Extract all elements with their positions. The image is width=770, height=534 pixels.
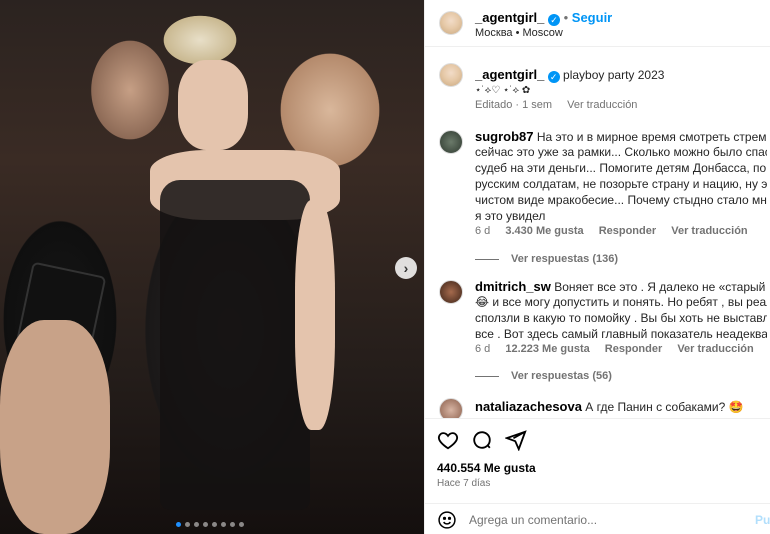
commenter-avatar[interactable]	[439, 130, 463, 154]
author-avatar[interactable]	[439, 63, 463, 87]
next-photo-button[interactable]: ›	[395, 257, 417, 279]
caption-text: playboy party 2023	[563, 68, 665, 82]
comment-line: сползли в какую то помойку . Вы бы хоть …	[475, 311, 767, 325]
comment-line: 😂 и все могу допустить и понять. Но ребя…	[475, 295, 767, 309]
comment-age: 6 d	[475, 225, 491, 237]
comment-input[interactable]: Agrega un comentario...	[469, 513, 597, 527]
follow-button[interactable]: Seguir	[572, 10, 612, 25]
view-replies-button[interactable]: Ver respuestas (56)	[475, 370, 612, 382]
comment-text: А где Панин с собаками? 🤩	[585, 400, 744, 414]
comment-line: я это увидел	[475, 209, 546, 223]
comment-composer: Agrega un comentario... Pu	[425, 503, 770, 534]
carousel-dot	[230, 522, 235, 527]
carousel-dot	[212, 522, 217, 527]
comment-line: все . Вот здесь самый главный показатель…	[475, 327, 767, 341]
comment-age: 6 d	[475, 343, 491, 355]
comment-reply-button[interactable]: Responder	[599, 225, 656, 237]
caption-username[interactable]: _agentgirl_	[475, 67, 544, 82]
comment-translate-link[interactable]: Ver traducción	[671, 225, 747, 237]
commenter-avatar[interactable]	[439, 280, 463, 304]
post-location[interactable]: Москва • Moscow	[475, 27, 563, 39]
likes-count[interactable]: 440.554 Me gusta	[437, 461, 536, 475]
author-line: _agentgirl_ ✓ • Seguir	[475, 10, 612, 26]
comments-list[interactable]: _agentgirl_ ✓ playboy party 2023 ⋆˙⟡♡ ⋆˙…	[425, 48, 770, 418]
comment-line: nataliazachesova А где Панин с собаками?…	[475, 398, 767, 416]
author-avatar[interactable]	[439, 11, 463, 35]
commenter-username[interactable]: dmitrich_sw	[475, 279, 551, 294]
commenter-username[interactable]: sugrob87	[475, 129, 534, 144]
carousel-dot	[194, 522, 199, 527]
heart-icon[interactable]	[437, 429, 459, 451]
carousel-dots	[176, 522, 244, 527]
comment-line: сейчас это уже за рамки... Сколько можно…	[475, 145, 767, 159]
photo-arm-right	[295, 200, 335, 430]
comment-line: русским солдатам, не позорьте страну и н…	[475, 177, 767, 191]
photo-face	[178, 60, 248, 150]
post-comment-button[interactable]: Pu	[755, 513, 770, 527]
comment-text: Воняет все это . Я далеко не «старый пер…	[554, 280, 767, 294]
post-actions: 440.554 Me gusta Hace 7 días	[425, 418, 770, 494]
comment-line: судеб на эти деньги... Помогите детям До…	[475, 161, 767, 175]
carousel-dot	[203, 522, 208, 527]
comment-line: чистом виде мракобесие... Почему стыдно …	[475, 193, 767, 207]
comment-meta: 6 d 12.223 Me gusta Responder Ver traduc…	[475, 343, 766, 355]
carousel-dot	[176, 522, 181, 527]
comment-icon[interactable]	[471, 429, 493, 451]
caption-edited: Editado · 1 sem	[475, 99, 553, 111]
commenter-avatar[interactable]	[439, 398, 463, 418]
photo-dress	[160, 180, 310, 510]
verified-icon: ✓	[547, 14, 560, 26]
post-date: Hace 7 días	[437, 478, 491, 489]
carousel-dot	[221, 522, 226, 527]
comment-text: На это и в мирное время смотреть стремно…	[536, 130, 767, 144]
caption-translate-link[interactable]: Ver traducción	[567, 99, 637, 111]
comment-translate-link[interactable]: Ver traducción	[677, 343, 753, 355]
carousel-dot	[185, 522, 190, 527]
comment-reply-button[interactable]: Responder	[605, 343, 662, 355]
comment-likes[interactable]: 12.223 Me gusta	[505, 343, 589, 355]
caption-subtext: ⋆˙⟡♡ ⋆˙⟡ ✿	[475, 85, 531, 96]
action-icons	[437, 429, 527, 451]
post-side-panel: _agentgirl_ ✓ • Seguir Москва • Moscow _…	[424, 0, 770, 534]
commenter-username[interactable]: nataliazachesova	[475, 399, 582, 414]
emoji-icon[interactable]	[437, 510, 457, 530]
separator-dot: •	[563, 10, 572, 25]
caption-meta: Editado · 1 sem Ver traducción	[475, 99, 649, 111]
photo-hand	[0, 320, 110, 534]
comment-likes[interactable]: 3.430 Me gusta	[505, 225, 583, 237]
post-header: _agentgirl_ ✓ • Seguir Москва • Moscow	[425, 0, 770, 47]
post-photo[interactable]: ›	[0, 0, 424, 534]
carousel-dot	[239, 522, 244, 527]
comment-meta: 6 d 3.430 Me gusta Responder Ver traducc…	[475, 225, 760, 237]
view-replies-button[interactable]: Ver respuestas (136)	[475, 253, 618, 265]
author-username[interactable]: _agentgirl_	[475, 10, 544, 25]
share-icon[interactable]	[505, 429, 527, 451]
